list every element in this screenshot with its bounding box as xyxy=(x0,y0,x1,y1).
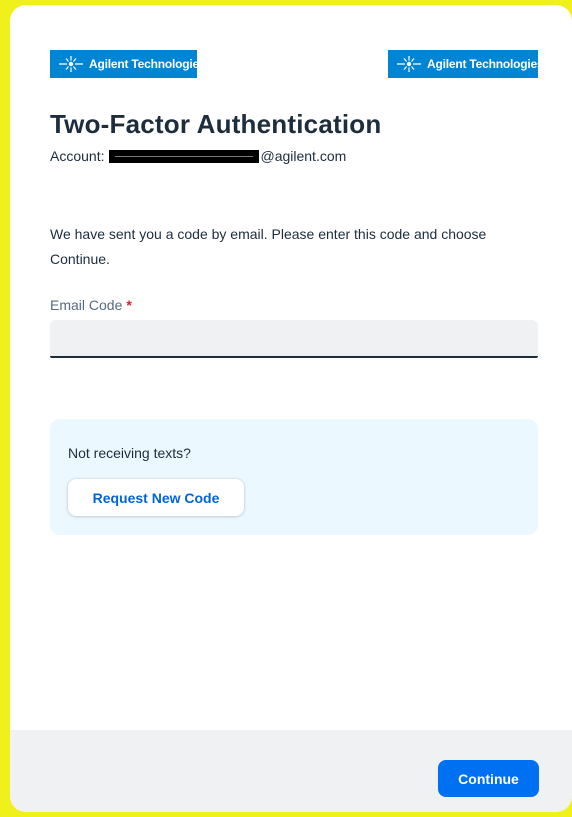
agilent-spark-icon xyxy=(59,56,83,72)
email-code-input[interactable] xyxy=(50,320,538,358)
page-title: Two-Factor Authentication xyxy=(50,109,382,139)
required-marker: * xyxy=(126,297,132,313)
resend-code-panel: Not receiving texts? Request New Code xyxy=(50,419,538,535)
account-domain: @agilent.com xyxy=(260,148,347,164)
logo-text: Agilent Technologies xyxy=(89,57,206,71)
email-code-label: Email Code * xyxy=(50,297,132,313)
logo-text: Agilent Technologies xyxy=(427,57,544,71)
instructions-text: We have sent you a code by email. Please… xyxy=(50,226,487,267)
request-new-code-button[interactable]: Request New Code xyxy=(68,479,244,516)
not-receiving-text: Not receiving texts? xyxy=(68,445,191,461)
auth-dialog: Agilent Technologies Agilent Technologie… xyxy=(10,5,572,812)
account-line: Account: @agilent.com xyxy=(50,148,346,164)
agilent-logo-right: Agilent Technologies xyxy=(388,50,544,78)
continue-button[interactable]: Continue xyxy=(438,760,539,797)
dialog-footer: Continue xyxy=(10,730,572,812)
agilent-spark-icon xyxy=(397,56,421,72)
email-code-label-text: Email Code xyxy=(50,297,123,313)
redacted-username xyxy=(109,149,260,163)
window-frame: Agilent Technologies Agilent Technologie… xyxy=(0,0,572,817)
agilent-logo-left: Agilent Technologies xyxy=(50,50,206,78)
account-label: Account: xyxy=(50,148,105,164)
